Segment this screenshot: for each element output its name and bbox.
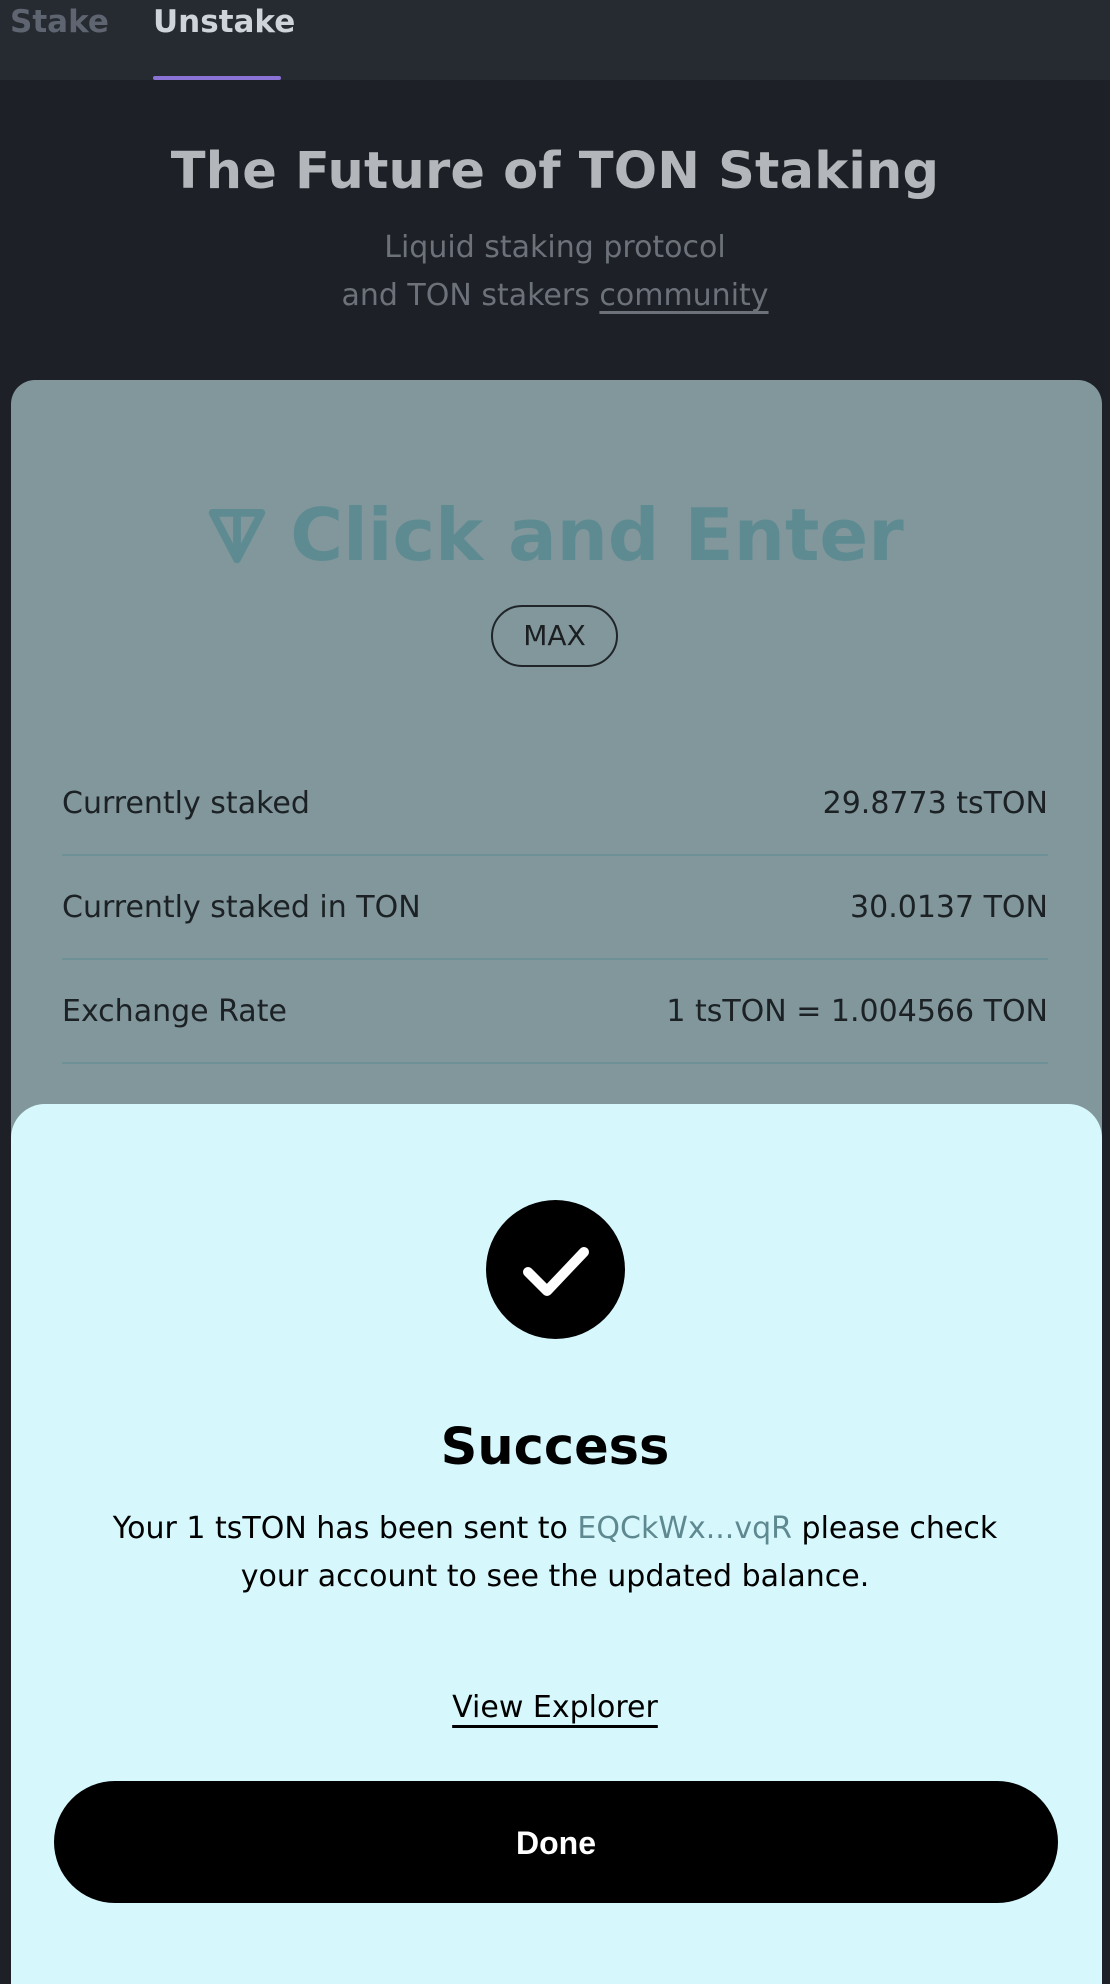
wallet-address: EQCkWx...vqR (577, 1511, 792, 1546)
stat-label: Currently staked (62, 786, 310, 821)
success-title: Success (440, 1418, 670, 1477)
tab-stake[interactable]: Stake (10, 0, 109, 80)
max-button[interactable]: MAX (491, 605, 618, 667)
stat-label: Currently staked in TON (62, 890, 421, 925)
explorer-row: View Explorer (0, 1690, 1110, 1725)
subtitle-text: and TON stakers (341, 278, 600, 313)
stat-value: 30.0137 TON (850, 890, 1048, 925)
stat-value: 29.8773 tsTON (822, 786, 1048, 821)
ton-logo-icon (209, 509, 266, 564)
subtitle-line-1: Liquid staking protocol (384, 230, 726, 265)
stat-row-staked-in-ton: Currently staked in TON 30.0137 TON (62, 856, 1048, 960)
tab-unstake[interactable]: Unstake (153, 0, 295, 80)
checkmark-icon (523, 1247, 589, 1296)
success-message: Your 1 tsTON has been sent to EQCkWx...v… (80, 1505, 1030, 1601)
amount-placeholder: Click and Enter (290, 493, 904, 577)
subtitle-line-2: and TON stakers community (0, 272, 1110, 320)
success-badge (486, 1200, 625, 1339)
done-button[interactable]: Done (54, 1781, 1058, 1903)
page-title: The Future of TON Staking (170, 142, 940, 201)
stat-label: Exchange Rate (62, 994, 287, 1029)
stat-value: 1 tsTON = 1.004566 TON (666, 994, 1048, 1029)
active-tab-indicator (153, 76, 281, 80)
page-subtitle: Liquid staking protocol and TON stakers … (0, 224, 1110, 320)
stat-row-currently-staked: Currently staked 29.8773 tsTON (62, 752, 1048, 856)
message-prefix: Your 1 tsTON has been sent to (112, 1511, 578, 1546)
view-explorer-link[interactable]: View Explorer (452, 1690, 658, 1725)
community-link[interactable]: community (599, 278, 768, 313)
amount-input[interactable]: Click and Enter (0, 490, 1110, 580)
tab-bar: Stake Unstake (0, 0, 1110, 80)
stat-row-exchange-rate: Exchange Rate 1 tsTON = 1.004566 TON (62, 960, 1048, 1064)
